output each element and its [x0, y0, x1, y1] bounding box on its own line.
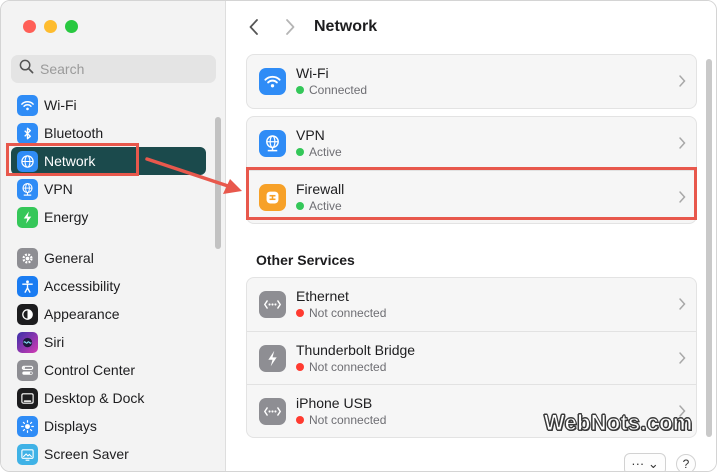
- service-row-wifi[interactable]: Wi-Fi Connected: [247, 55, 696, 108]
- sidebar-item-energy[interactable]: Energy: [11, 203, 206, 231]
- search-box[interactable]: [11, 55, 216, 83]
- sidebar-item-label: Energy: [44, 209, 89, 225]
- forward-button[interactable]: [280, 16, 300, 38]
- sidebar-item-wifi[interactable]: Wi-Fi: [11, 91, 206, 119]
- chevron-right-icon: [679, 75, 686, 87]
- status-text: Active: [296, 144, 342, 160]
- status-dot-green: [296, 86, 304, 94]
- system-settings-window: Wi-Fi Bluetooth Network VPN: [0, 0, 717, 472]
- gear-icon: [17, 247, 38, 269]
- highlight-firewall: [246, 167, 697, 220]
- service-name: iPhone USB: [296, 394, 373, 411]
- status-label: Not connected: [309, 306, 387, 320]
- status-label: Active: [309, 145, 342, 159]
- highlight-network: [6, 143, 139, 176]
- network-pane: Network Wi-Fi Connected VPN Active Firew…: [226, 1, 716, 471]
- sidebar-item-label: Siri: [44, 334, 65, 350]
- status-label: Not connected: [309, 359, 387, 374]
- sidebar-item-label: Accessibility: [44, 278, 121, 294]
- status-dot-red: [296, 362, 304, 371]
- sidebar-item-label: Control Center: [44, 362, 136, 378]
- sidebar-scrollbar[interactable]: [215, 117, 221, 249]
- sidebar-item-label: VPN: [44, 181, 73, 197]
- vpn-globe-icon: [259, 130, 286, 157]
- sun-icon: [17, 415, 38, 437]
- bolt-icon: [17, 206, 38, 228]
- chevron-right-icon: [286, 19, 295, 35]
- sidebar-item-general[interactable]: General: [11, 244, 206, 272]
- window-controls: [23, 20, 78, 33]
- sidebar-item-label: Desktop & Dock: [44, 390, 145, 406]
- service-row-ethernet[interactable]: Ethernet Not connected: [247, 278, 696, 331]
- dock-icon: [17, 387, 38, 409]
- accessibility-icon: [17, 275, 38, 297]
- help-button[interactable]: ?: [676, 454, 696, 471]
- ethernet-icon: [259, 291, 286, 318]
- status-text: Connected: [296, 82, 367, 98]
- service-name: Thunderbolt Bridge: [296, 341, 416, 358]
- toolbar: Network: [226, 1, 716, 53]
- wifi-icon: [17, 94, 38, 116]
- sidebar-item-accessibility[interactable]: Accessibility: [11, 272, 206, 300]
- screen-saver-icon: [17, 443, 38, 465]
- sidebar-item-label: Bluetooth: [44, 125, 104, 141]
- chevron-right-icon: [679, 298, 686, 310]
- sidebar-item-siri[interactable]: Siri: [11, 328, 206, 356]
- service-name: VPN: [296, 127, 325, 143]
- sidebar-item-control-center[interactable]: Control Center: [11, 356, 206, 384]
- sidebar-item-displays[interactable]: Displays: [11, 412, 206, 440]
- chevron-right-icon: [679, 137, 686, 149]
- sidebar-item-appearance[interactable]: Appearance: [11, 300, 206, 328]
- status-text: Not connected: [296, 412, 386, 428]
- watermark-logo: WebNots.com: [543, 410, 693, 436]
- status-dot-green: [296, 148, 304, 156]
- search-icon: [19, 59, 34, 79]
- service-row-vpn[interactable]: VPN Active: [247, 117, 696, 170]
- minimize-window-button[interactable]: [44, 20, 57, 33]
- search-input[interactable]: [40, 61, 210, 77]
- close-window-button[interactable]: [23, 20, 36, 33]
- ethernet-icon: [259, 397, 286, 425]
- chevron-right-icon: [679, 352, 686, 364]
- other-services-heading: Other Services: [256, 252, 355, 268]
- sidebar-item-label: Screen Saver: [44, 446, 129, 462]
- back-button[interactable]: [244, 16, 264, 38]
- sidebar-item-screen-saver[interactable]: Screen Saver: [11, 440, 206, 468]
- sidebar-item-label: Appearance: [44, 306, 120, 322]
- status-text: Not connected: [296, 359, 415, 375]
- zoom-window-button[interactable]: [65, 20, 78, 33]
- more-options-button[interactable]: ··· ⌄: [624, 453, 666, 471]
- siri-icon: [17, 331, 38, 353]
- appearance-icon: [17, 303, 38, 325]
- sidebar-item-desktop-dock[interactable]: Desktop & Dock: [11, 384, 206, 412]
- status-dot-red: [296, 415, 304, 424]
- status-dot-red: [296, 309, 304, 317]
- page-title: Network: [314, 18, 378, 35]
- service-name: Ethernet: [296, 288, 349, 304]
- vpn-globe-icon: [17, 178, 38, 200]
- main-scrollbar[interactable]: [706, 59, 712, 437]
- status-label: Connected: [309, 83, 368, 97]
- control-center-icon: [17, 359, 38, 381]
- status-label: Not connected: [309, 412, 387, 427]
- thunderbolt-icon: [259, 344, 286, 372]
- wifi-group: Wi-Fi Connected: [246, 54, 697, 109]
- bluetooth-icon: [17, 122, 38, 144]
- chevron-left-icon: [249, 19, 258, 35]
- service-name: Wi-Fi: [296, 65, 329, 81]
- sidebar-item-label: Displays: [44, 418, 97, 434]
- wifi-icon: [259, 68, 286, 95]
- service-row-thunderbolt-bridge[interactable]: Thunderbolt Bridge Not connected: [247, 331, 696, 384]
- status-text: Not connected: [296, 305, 386, 321]
- sidebar-item-vpn[interactable]: VPN: [11, 175, 206, 203]
- sidebar: Wi-Fi Bluetooth Network VPN: [1, 1, 226, 471]
- sidebar-item-label: General: [44, 250, 94, 266]
- sidebar-item-label: Wi-Fi: [44, 97, 77, 113]
